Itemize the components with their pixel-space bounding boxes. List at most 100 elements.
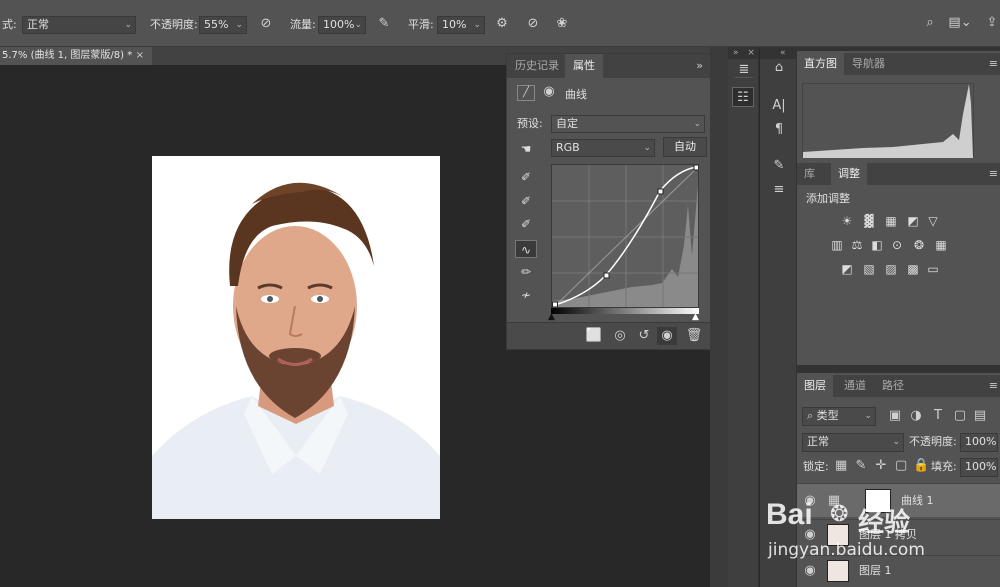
- chevron-down-icon: ⌄: [892, 437, 900, 447]
- filter-shape-icon[interactable]: ▢: [953, 409, 967, 423]
- channel-select[interactable]: RGB ⌄: [551, 139, 655, 157]
- blend-mode-select[interactable]: 正常 ⌄: [802, 433, 904, 452]
- flow-input[interactable]: 100% ⌄: [318, 16, 366, 34]
- share-icon[interactable]: ⇪: [985, 16, 999, 30]
- tab-channels[interactable]: 通道: [837, 375, 873, 397]
- layer-row[interactable]: ◉ 图层 1: [797, 555, 1000, 585]
- layer-mask-thumbnail[interactable]: [865, 489, 891, 513]
- photo-filter-icon[interactable]: ⊙: [889, 238, 905, 252]
- black-white-icon[interactable]: ◧: [869, 238, 885, 252]
- levels-icon[interactable]: ▓: [861, 214, 877, 228]
- tab-paths[interactable]: 路径: [875, 375, 911, 397]
- white-eyedropper-icon[interactable]: ✐: [515, 215, 537, 233]
- filter-pixel-icon[interactable]: ▣: [888, 409, 902, 423]
- tool-presets-icon[interactable]: ≡: [769, 183, 789, 197]
- filter-smart-object-icon[interactable]: ▤: [973, 409, 987, 423]
- clip-to-layer-icon[interactable]: ⬜: [585, 329, 603, 343]
- strip2-header: «: [760, 47, 796, 59]
- fill-input[interactable]: 100%: [960, 458, 998, 477]
- hue-saturation-icon[interactable]: ▥: [829, 238, 845, 252]
- document-tab[interactable]: 5.7% (曲线 1, 图层蒙版/8) * ×: [0, 47, 152, 65]
- lock-image-icon[interactable]: ✎: [855, 459, 867, 473]
- black-eyedropper-icon[interactable]: ✐: [515, 168, 537, 186]
- panel-menu-icon[interactable]: ≡: [989, 167, 998, 180]
- flow-label: 流量:: [290, 18, 316, 31]
- filter-type-icon[interactable]: T: [931, 409, 945, 423]
- tab-libraries[interactable]: 库: [797, 163, 822, 185]
- visibility-eye-icon[interactable]: ◉: [803, 494, 817, 508]
- color-balance-icon[interactable]: ⚖: [849, 238, 865, 252]
- preset-select[interactable]: 自定 ⌄: [551, 115, 705, 133]
- pencil-icon[interactable]: ✏: [515, 263, 537, 281]
- auto-button[interactable]: 自动: [663, 137, 707, 157]
- properties-panel-icon[interactable]: ☷: [732, 87, 754, 107]
- selective-color-icon[interactable]: ▩: [905, 262, 921, 276]
- white-point-slider-icon[interactable]: ▲: [692, 312, 699, 322]
- invert-icon[interactable]: ◩: [839, 262, 855, 276]
- workspace-icon[interactable]: ▤⌄: [948, 16, 972, 30]
- gray-eyedropper-icon[interactable]: ✐: [515, 192, 537, 210]
- brush-settings-icon[interactable]: ✎: [769, 159, 789, 173]
- visibility-eye-icon[interactable]: ◉: [803, 528, 817, 542]
- brightness-contrast-icon[interactable]: ☀: [839, 214, 855, 228]
- panel-menu-icon[interactable]: ≡: [989, 379, 998, 392]
- mode-select[interactable]: 正常 ⌄: [22, 16, 136, 34]
- smooth-input[interactable]: 10% ⌄: [437, 16, 485, 34]
- filter-adjustment-icon[interactable]: ◑: [909, 409, 923, 423]
- exposure-icon[interactable]: ◩: [905, 214, 921, 228]
- gear-icon[interactable]: ⚙: [494, 17, 510, 31]
- close-icon[interactable]: ×: [747, 48, 755, 58]
- lock-transparent-icon[interactable]: ▦: [835, 459, 847, 473]
- curves-icon[interactable]: ▦: [883, 214, 899, 228]
- tab-history[interactable]: 历史记录: [507, 54, 567, 78]
- pressure-opacity-icon[interactable]: ⊘: [258, 17, 274, 31]
- character-icon[interactable]: A|: [769, 99, 789, 113]
- threshold-icon[interactable]: ▨: [883, 262, 899, 276]
- expand-icon[interactable]: »: [733, 48, 739, 58]
- chevron-down-icon: ⌄: [354, 20, 362, 30]
- reset-icon[interactable]: ↺: [635, 329, 653, 343]
- curves-adjustment-icon[interactable]: ╱: [517, 85, 535, 101]
- posterize-icon[interactable]: ▧: [861, 262, 877, 276]
- layer-row[interactable]: ◉ 图层 1 拷贝: [797, 519, 1000, 549]
- tab-histogram[interactable]: 直方图: [797, 53, 844, 75]
- color-lookup-icon[interactable]: ▦: [933, 238, 949, 252]
- layer-filter-select[interactable]: ⌕ 类型 ⌄: [802, 407, 876, 426]
- view-previous-state-icon[interactable]: ◎: [611, 329, 629, 343]
- history-panel-icon[interactable]: ≣: [735, 63, 753, 78]
- curve-point-tool-icon[interactable]: ∿: [515, 240, 537, 258]
- smooth-curve-icon[interactable]: ≁: [515, 286, 537, 304]
- visibility-eye-icon[interactable]: ◉: [657, 327, 677, 345]
- symmetry-icon[interactable]: ❀: [554, 17, 570, 31]
- channel-mixer-icon[interactable]: ❂: [911, 238, 927, 252]
- chevron-down-icon: ⌄: [693, 119, 701, 129]
- mode-value: 正常: [27, 18, 49, 31]
- vibrance-icon[interactable]: ▽: [925, 214, 941, 228]
- close-icon[interactable]: ×: [136, 47, 144, 65]
- collapse-icon[interactable]: «: [780, 48, 786, 58]
- pressure-size-icon[interactable]: ⊘: [525, 17, 541, 31]
- tab-navigator[interactable]: 导航器: [845, 53, 892, 75]
- search-icon[interactable]: ⌕: [922, 16, 938, 30]
- layer-mask-icon[interactable]: ◉: [541, 85, 557, 99]
- target-adjust-icon[interactable]: ☚: [515, 140, 537, 158]
- visibility-eye-icon[interactable]: ◉: [803, 564, 817, 578]
- gradient-map-icon[interactable]: ▭: [925, 262, 941, 276]
- layer-opacity-input[interactable]: 100%: [960, 433, 998, 452]
- tab-layers[interactable]: 图层: [797, 375, 833, 397]
- lock-artboard-icon[interactable]: ▢: [895, 459, 907, 473]
- paragraph-icon[interactable]: ¶: [769, 123, 789, 137]
- collapse-icon[interactable]: »: [696, 59, 703, 72]
- panel-menu-icon[interactable]: ≡: [989, 57, 998, 70]
- trash-icon[interactable]: 🗑: [685, 329, 703, 343]
- curves-graph[interactable]: [551, 164, 699, 308]
- opacity-input[interactable]: 55% ⌄: [199, 16, 247, 34]
- lock-all-icon[interactable]: 🔒: [913, 459, 929, 473]
- layer-row[interactable]: ◉ ▦ 曲线 1: [797, 483, 1000, 517]
- lock-position-icon[interactable]: ✛: [875, 459, 887, 473]
- tab-properties[interactable]: 属性: [565, 54, 603, 78]
- clone-source-icon[interactable]: ⌂: [769, 61, 789, 75]
- tab-adjustments[interactable]: 调整: [831, 163, 867, 185]
- black-point-slider-icon[interactable]: ▲: [548, 312, 555, 322]
- airbrush-icon[interactable]: ✎: [376, 17, 392, 31]
